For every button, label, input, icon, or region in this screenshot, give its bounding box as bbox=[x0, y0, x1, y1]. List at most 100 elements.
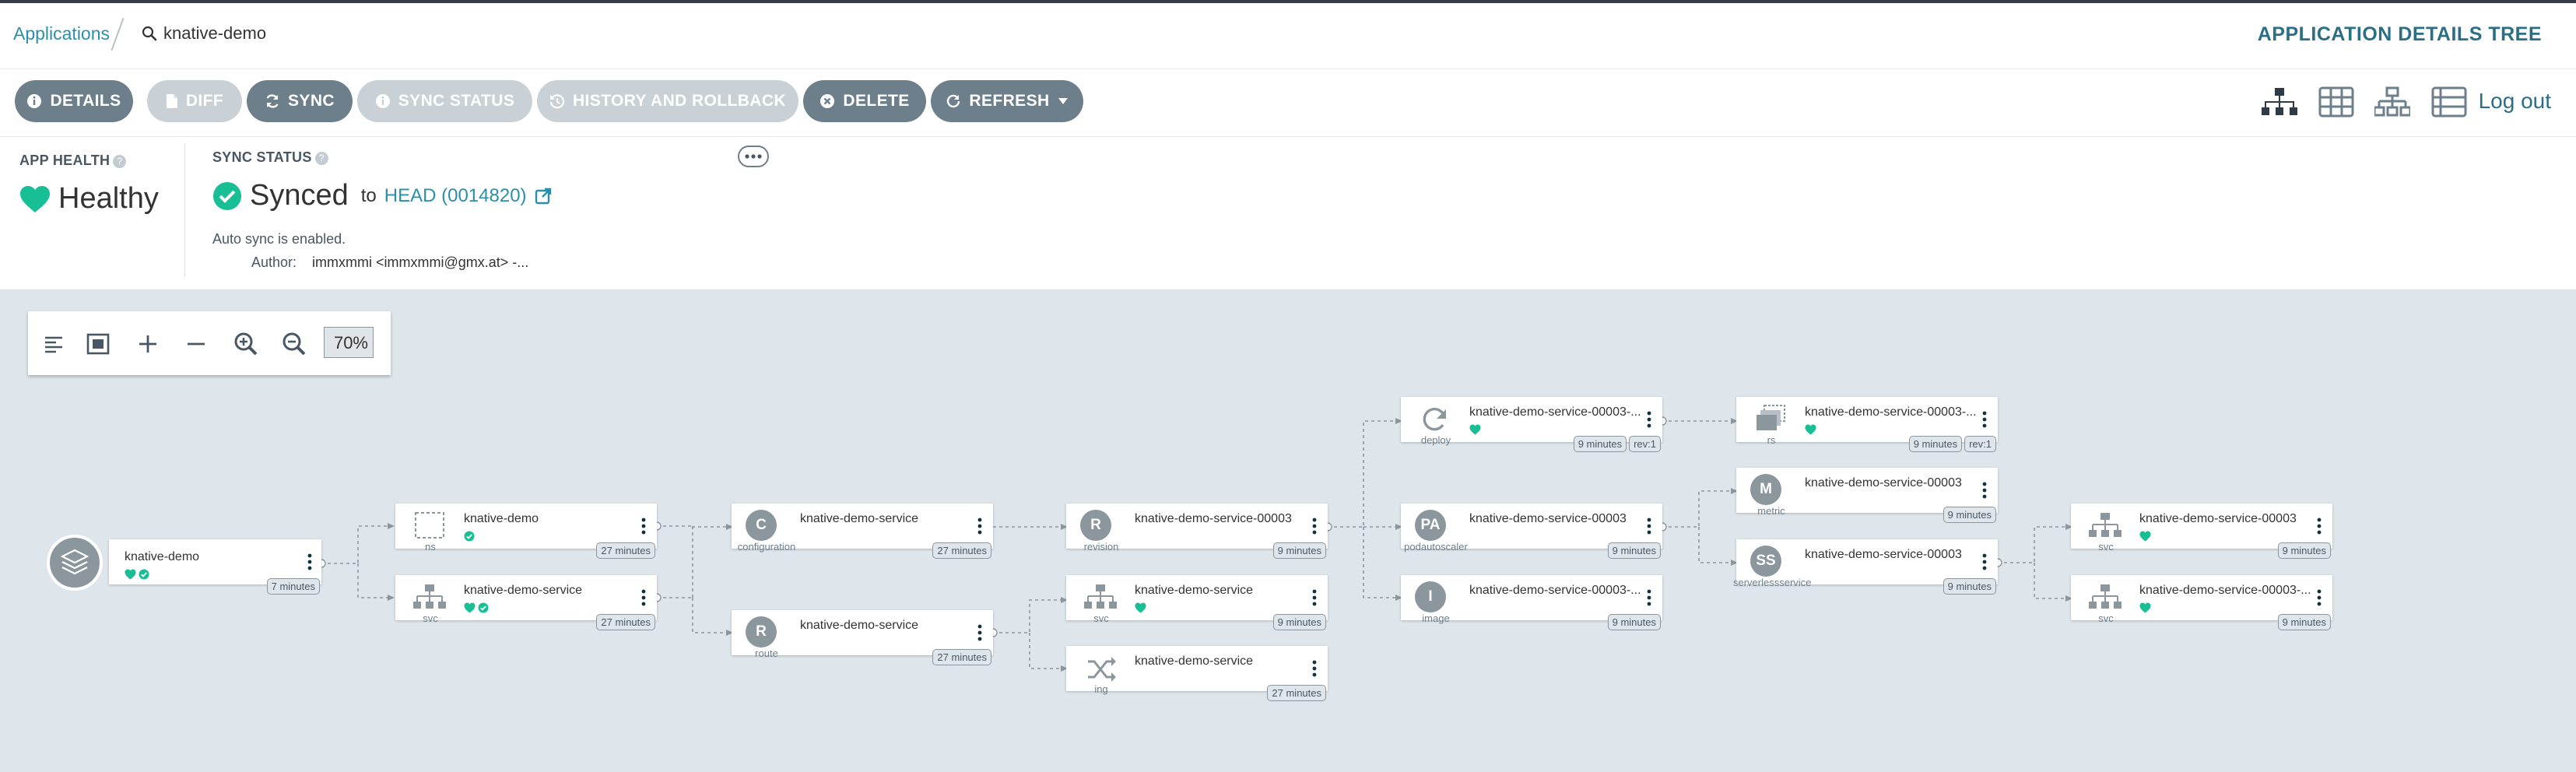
details-button[interactable]: DETAILS bbox=[15, 80, 133, 122]
resource-tree-canvas[interactable]: 70% knative-demo 7 minutes ns knative-de… bbox=[0, 290, 2576, 772]
sync-label: SYNC bbox=[288, 92, 335, 110]
resource-name: knative-demo-service bbox=[464, 584, 583, 597]
expand-icon[interactable] bbox=[132, 328, 163, 360]
help-icon[interactable]: ? bbox=[113, 155, 127, 169]
resource-node-ingress[interactable]: ing knative-demo-service 27 minutes bbox=[1066, 646, 1328, 701]
resource-node-podautoscaler[interactable]: PA podautoscaler knative-demo-service-00… bbox=[1401, 504, 1662, 559]
resource-kind: ns bbox=[425, 541, 436, 553]
age-tag: 9 minutes bbox=[2277, 614, 2331, 630]
node-menu-icon[interactable] bbox=[635, 586, 652, 609]
resource-status bbox=[1469, 424, 1481, 435]
node-menu-icon[interactable] bbox=[1976, 479, 1993, 502]
tree-view-icon[interactable] bbox=[2262, 86, 2297, 118]
sync-to-label: to bbox=[360, 184, 377, 206]
align-left-icon[interactable] bbox=[39, 328, 70, 360]
node-menu-icon[interactable] bbox=[2311, 514, 2328, 538]
zoom-in-icon[interactable] bbox=[230, 328, 261, 360]
node-menu-icon[interactable] bbox=[1976, 408, 1993, 431]
network-view-icon[interactable] bbox=[2374, 86, 2410, 118]
app-health-value: Healthy bbox=[58, 182, 159, 215]
resource-node-image[interactable]: I image knative-demo-service-00003-... 9… bbox=[1401, 575, 1662, 630]
resource-node-deploy[interactable]: deploy knative-demo-service-00003-... 9 … bbox=[1401, 397, 1662, 452]
resource-node-svc[interactable]: svc knative-demo-service 27 minutes bbox=[395, 575, 657, 630]
zoom-out-icon[interactable] bbox=[279, 328, 310, 360]
author-value: immxmmi <immxmmi@gmx.at> -... bbox=[312, 254, 529, 270]
node-menu-icon[interactable] bbox=[1641, 408, 1658, 431]
resource-node-ns[interactable]: ns knative-demo 27 minutes bbox=[395, 504, 657, 559]
app-root-card[interactable]: knative-demo 7 minutes bbox=[109, 539, 321, 595]
help-icon[interactable]: ? bbox=[314, 152, 328, 166]
zoom-level-input[interactable]: 70% bbox=[324, 327, 374, 358]
metric-icon: M bbox=[1750, 474, 1781, 505]
resource-kind: metric bbox=[1757, 505, 1785, 517]
resource-node-svc[interactable]: svc knative-demo-service-00003 9 minutes bbox=[2071, 504, 2332, 559]
node-menu-icon[interactable] bbox=[301, 550, 318, 574]
resource-node-configuration[interactable]: C configuration knative-demo-service 27 … bbox=[732, 504, 993, 559]
sync-status-label: SYNC STATUS bbox=[398, 92, 515, 110]
app-root-node[interactable]: knative-demo 7 minutes bbox=[47, 535, 321, 595]
diff-button[interactable]: DIFF bbox=[147, 80, 242, 122]
diff-label: DIFF bbox=[185, 92, 224, 110]
more-options-button[interactable] bbox=[738, 146, 769, 167]
age-tag: 9 minutes bbox=[2277, 542, 2331, 559]
node-menu-icon[interactable] bbox=[971, 621, 988, 644]
breadcrumb-applications-link[interactable]: Applications bbox=[13, 23, 110, 44]
resource-kind: image bbox=[1422, 612, 1450, 624]
node-menu-icon[interactable] bbox=[1306, 514, 1323, 538]
breadcrumb-current[interactable]: knative-demo bbox=[142, 23, 266, 44]
node-menu-icon[interactable] bbox=[1641, 586, 1658, 609]
resource-kind: svc bbox=[1093, 612, 1109, 624]
delete-button[interactable]: DELETE bbox=[803, 80, 926, 122]
info-icon bbox=[27, 94, 42, 108]
resource-node-rs[interactable]: rs knative-demo-service-00003-... 9 minu… bbox=[1736, 397, 1998, 452]
details-label: DETAILS bbox=[50, 92, 121, 110]
heart-icon bbox=[1135, 602, 1146, 613]
refresh-button[interactable]: REFRESH bbox=[931, 80, 1083, 122]
resource-kind: rs bbox=[1767, 434, 1776, 446]
node-menu-icon[interactable] bbox=[1306, 657, 1323, 680]
age-tag: 9 minutes bbox=[1943, 578, 1996, 595]
layers-icon bbox=[60, 549, 89, 575]
resource-status bbox=[464, 531, 475, 542]
node-menu-icon[interactable] bbox=[2311, 586, 2328, 609]
resource-node-revision[interactable]: R revision knative-demo-service-00003 9 … bbox=[1066, 504, 1328, 559]
resource-node-serverlessservice[interactable]: SS serverlessservice knative-demo-servic… bbox=[1733, 539, 1998, 595]
revision-tag: rev:1 bbox=[1964, 436, 1996, 452]
resource-node-svc[interactable]: svc knative-demo-service 9 minutes bbox=[1066, 575, 1328, 630]
resource-node-svc[interactable]: svc knative-demo-service-00003-... 9 min… bbox=[2071, 575, 2332, 630]
app-health-status: Healthy bbox=[19, 182, 159, 216]
revision-link[interactable]: HEAD (0014820) bbox=[384, 185, 527, 207]
resource-node-metric[interactable]: M metric knative-demo-service-00003 9 mi… bbox=[1736, 468, 1998, 523]
resource-status bbox=[464, 602, 489, 613]
age-tag: 27 minutes bbox=[932, 542, 991, 559]
node-tags: 27 minutes bbox=[596, 542, 655, 559]
node-tags: 9 minutes bbox=[1943, 507, 1996, 523]
list-view-icon[interactable] bbox=[2431, 86, 2467, 118]
external-link-icon[interactable] bbox=[535, 188, 552, 205]
resource-name: knative-demo-service-00003 bbox=[1469, 512, 1627, 525]
age-tag: 9 minutes bbox=[1943, 507, 1996, 523]
heart-icon bbox=[2139, 531, 2151, 542]
node-menu-icon[interactable] bbox=[1641, 514, 1658, 538]
node-menu-icon[interactable] bbox=[1976, 550, 1993, 574]
resource-status bbox=[2139, 531, 2151, 542]
check-circle-icon bbox=[478, 602, 489, 613]
resource-name: knative-demo-service bbox=[1135, 584, 1254, 597]
namespace-icon bbox=[415, 512, 444, 539]
logout-link[interactable]: Log out bbox=[2479, 89, 2551, 114]
breadcrumb-app-name: knative-demo bbox=[163, 23, 267, 43]
node-menu-icon[interactable] bbox=[1306, 586, 1323, 609]
fit-screen-icon[interactable] bbox=[82, 328, 114, 360]
grid-view-icon[interactable] bbox=[2318, 86, 2354, 118]
resource-node-route[interactable]: R route knative-demo-service 27 minutes bbox=[732, 610, 993, 665]
history-rollback-button[interactable]: HISTORY AND ROLLBACK bbox=[537, 80, 798, 122]
node-tags: 27 minutes bbox=[932, 542, 991, 559]
node-tags: 9 minutes rev:1 bbox=[1908, 436, 1996, 452]
node-menu-icon[interactable] bbox=[971, 514, 988, 538]
node-menu-icon[interactable] bbox=[635, 514, 652, 538]
sync-button[interactable]: SYNC bbox=[247, 80, 353, 122]
age-tag: 9 minutes bbox=[1607, 542, 1661, 559]
sync-status-button[interactable]: SYNC STATUS bbox=[357, 80, 532, 122]
collapse-icon[interactable] bbox=[181, 328, 212, 360]
age-tag: 27 minutes bbox=[596, 542, 655, 559]
